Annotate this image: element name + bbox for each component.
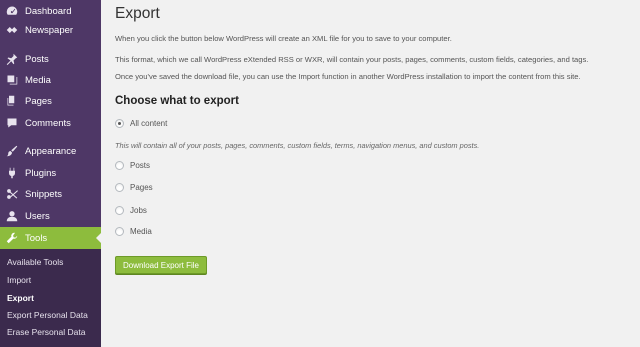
menu-label: Media xyxy=(25,74,51,86)
menu-label: Dashboard xyxy=(25,5,72,17)
newspaper-icon xyxy=(5,23,19,37)
option-all-content[interactable]: All content xyxy=(115,119,167,128)
submenu-item-export[interactable]: Export xyxy=(7,293,34,303)
all-content-description: This will contain all of your posts, pag… xyxy=(115,141,480,150)
import-paragraph: Once you've saved the download file, you… xyxy=(115,72,581,81)
menu-label: Comments xyxy=(25,117,71,129)
menu-label: Newspaper xyxy=(25,24,74,36)
menu-item-media[interactable]: Media xyxy=(0,69,101,91)
option-label: Jobs xyxy=(130,206,147,215)
snippets-icon xyxy=(5,187,19,201)
submenu-item-import[interactable]: Import xyxy=(7,275,31,285)
option-media[interactable]: Media xyxy=(115,227,152,236)
option-label: Posts xyxy=(130,161,151,170)
menu-label: Posts xyxy=(25,53,49,65)
admin-sidebar: Dashboard Newspaper Posts Media Pages Co… xyxy=(0,0,102,347)
radio-button[interactable] xyxy=(115,227,124,236)
menu-item-appearance[interactable]: Appearance xyxy=(0,140,101,162)
menu-label: Tools xyxy=(25,232,48,244)
radio-button[interactable] xyxy=(115,161,124,170)
menu-item-plugins[interactable]: Plugins xyxy=(0,162,101,184)
brush-icon xyxy=(5,144,19,158)
tools-submenu: Available Tools Import Export Export Per… xyxy=(0,249,101,347)
menu-item-snippets[interactable]: Snippets xyxy=(0,183,101,205)
intro-paragraph: When you click the button below WordPres… xyxy=(115,34,452,43)
radio-button[interactable] xyxy=(115,183,124,192)
menu-label: Plugins xyxy=(25,167,57,179)
submenu-item-available-tools[interactable]: Available Tools xyxy=(7,257,63,267)
menu-label: Snippets xyxy=(25,188,62,200)
option-posts[interactable]: Posts xyxy=(115,161,150,170)
pages-icon xyxy=(5,94,19,108)
menu-label: Pages xyxy=(25,95,52,107)
menu-item-pages[interactable]: Pages xyxy=(0,90,101,112)
option-jobs[interactable]: Jobs xyxy=(115,206,147,215)
menu-label: Users xyxy=(25,210,50,222)
comment-icon xyxy=(5,116,19,130)
plug-icon xyxy=(5,166,19,180)
submenu-item-export-personal-data[interactable]: Export Personal Data xyxy=(7,310,88,320)
menu-item-tools[interactable]: Tools xyxy=(0,227,102,249)
submenu-item-erase-personal-data[interactable]: Erase Personal Data xyxy=(7,327,85,337)
wrench-icon xyxy=(5,231,19,245)
format-paragraph: This format, which we call WordPress eXt… xyxy=(115,55,589,64)
section-heading: Choose what to export xyxy=(115,95,239,107)
radio-button[interactable] xyxy=(115,119,124,128)
download-export-file-button[interactable]: Download Export File xyxy=(115,256,207,274)
option-label: All content xyxy=(130,119,168,128)
option-pages[interactable]: Pages xyxy=(115,183,153,192)
media-icon xyxy=(5,73,19,87)
menu-label: Appearance xyxy=(25,145,77,157)
menu-item-newspaper[interactable]: Newspaper xyxy=(0,19,101,41)
option-label: Media xyxy=(130,227,152,236)
menu-item-comments[interactable]: Comments xyxy=(0,112,101,134)
menu-item-posts[interactable]: Posts xyxy=(0,48,101,70)
pin-icon xyxy=(5,52,19,66)
export-page: Export When you click the button below W… xyxy=(101,0,640,347)
radio-button[interactable] xyxy=(115,206,124,215)
option-label: Pages xyxy=(130,183,153,192)
menu-item-users[interactable]: Users xyxy=(0,205,101,227)
user-icon xyxy=(5,209,19,223)
page-title: Export xyxy=(115,5,160,22)
dashboard-icon xyxy=(5,4,19,18)
